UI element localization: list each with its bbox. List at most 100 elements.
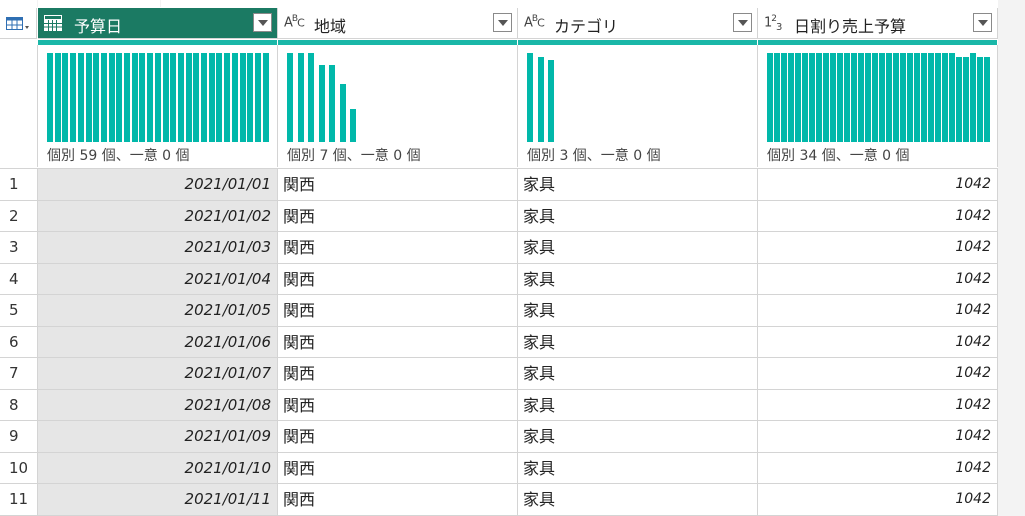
cell-category[interactable]: 家具 bbox=[518, 295, 758, 326]
row-number[interactable]: 11 bbox=[0, 484, 38, 515]
distribution-bar bbox=[70, 53, 77, 142]
distribution-stat: 個別 3 個、一意 0 個 bbox=[527, 148, 661, 164]
cell-category[interactable]: 家具 bbox=[518, 263, 758, 295]
cell-region[interactable]: 関西 bbox=[278, 200, 518, 232]
distribution-bar bbox=[54, 53, 61, 142]
distribution-bar bbox=[193, 53, 200, 142]
distribution-bar bbox=[809, 53, 815, 142]
cell-daily-budget[interactable]: 1042 bbox=[758, 295, 998, 326]
distribution-bar bbox=[914, 53, 920, 142]
cell-budget-date[interactable]: 2021/01/03 bbox=[38, 232, 278, 263]
cell-category[interactable]: 家具 bbox=[518, 484, 758, 515]
cell-budget-date[interactable]: 2021/01/01 bbox=[38, 169, 278, 200]
distribution-bar bbox=[239, 53, 246, 142]
cell-region[interactable]: 関西 bbox=[278, 389, 518, 421]
row-number[interactable]: 10 bbox=[0, 452, 38, 484]
cell-daily-budget[interactable]: 1042 bbox=[758, 263, 998, 295]
distribution-bar bbox=[907, 53, 913, 142]
cell-category[interactable]: 家具 bbox=[518, 326, 758, 358]
distribution-bar bbox=[977, 57, 983, 142]
cell-daily-budget[interactable]: 1042 bbox=[758, 358, 998, 389]
row-number[interactable]: 7 bbox=[0, 358, 38, 389]
cell-category[interactable]: 家具 bbox=[518, 200, 758, 232]
cell-daily-budget[interactable]: 1042 bbox=[758, 452, 998, 484]
calendar-table-icon bbox=[44, 15, 62, 31]
cell-region[interactable]: 関西 bbox=[278, 358, 518, 389]
distribution-chart bbox=[47, 53, 269, 142]
column-filter-dropdown[interactable] bbox=[493, 13, 512, 32]
column-distribution: 個別 59 個、一意 0 個 bbox=[38, 45, 278, 167]
column-header-budget-date[interactable]: 予算日 bbox=[38, 8, 278, 39]
cell-budget-date[interactable]: 2021/01/07 bbox=[38, 358, 278, 389]
distribution-bar bbox=[893, 53, 899, 142]
column-distribution: 個別 34 個、一意 0 個 bbox=[758, 45, 998, 167]
cell-daily-budget[interactable]: 1042 bbox=[758, 232, 998, 263]
distribution-bar bbox=[956, 57, 962, 142]
distribution-bar bbox=[131, 53, 138, 142]
row-number[interactable]: 9 bbox=[0, 421, 38, 452]
cell-daily-budget[interactable]: 1042 bbox=[758, 200, 998, 232]
distribution-bar bbox=[865, 53, 871, 142]
cell-region[interactable]: 関西 bbox=[278, 421, 518, 452]
column-distribution: 個別 7 個、一意 0 個 bbox=[278, 45, 518, 167]
distribution-bar bbox=[928, 53, 934, 142]
cell-category[interactable]: 家具 bbox=[518, 389, 758, 421]
distribution-bar bbox=[788, 53, 794, 142]
cell-budget-date[interactable]: 2021/01/09 bbox=[38, 421, 278, 452]
number-type-icon: 123 bbox=[764, 14, 782, 33]
distribution-bar bbox=[47, 53, 53, 142]
column-header-daily-budget[interactable]: 123 日割り売上予算 bbox=[758, 8, 998, 39]
distribution-bar bbox=[62, 53, 69, 142]
column-filter-dropdown[interactable] bbox=[973, 13, 992, 32]
cell-category[interactable]: 家具 bbox=[518, 169, 758, 200]
cell-region[interactable]: 関西 bbox=[278, 232, 518, 263]
cell-budget-date[interactable]: 2021/01/06 bbox=[38, 326, 278, 358]
distribution-bar bbox=[224, 53, 231, 142]
cell-budget-date[interactable]: 2021/01/04 bbox=[38, 263, 278, 295]
distribution-bar bbox=[254, 53, 261, 142]
cell-budget-date[interactable]: 2021/01/11 bbox=[38, 484, 278, 515]
row-number[interactable]: 1 bbox=[0, 169, 38, 200]
row-number[interactable]: 2 bbox=[0, 200, 38, 232]
cell-region[interactable]: 関西 bbox=[278, 263, 518, 295]
distribution-bar bbox=[767, 53, 773, 142]
cell-budget-date[interactable]: 2021/01/02 bbox=[38, 200, 278, 232]
distribution-bar bbox=[935, 53, 941, 142]
row-number[interactable]: 8 bbox=[0, 389, 38, 421]
distribution-bar bbox=[858, 53, 864, 142]
cell-daily-budget[interactable]: 1042 bbox=[758, 421, 998, 452]
distribution-bar bbox=[823, 53, 829, 142]
distribution-bar bbox=[774, 53, 780, 142]
cell-category[interactable]: 家具 bbox=[518, 232, 758, 263]
cell-daily-budget[interactable]: 1042 bbox=[758, 326, 998, 358]
table-menu-button[interactable] bbox=[0, 8, 37, 39]
cell-daily-budget[interactable]: 1042 bbox=[758, 169, 998, 200]
distribution-bar bbox=[872, 53, 878, 142]
column-title: 予算日 bbox=[74, 17, 123, 36]
data-grid: 予算日 ABC 地域 ABC カテゴリ 123 日割り売上予算 個別 59 個、… bbox=[0, 0, 1025, 516]
cell-region[interactable]: 関西 bbox=[278, 326, 518, 358]
cell-daily-budget[interactable]: 1042 bbox=[758, 389, 998, 421]
distribution-bar bbox=[262, 53, 269, 142]
cell-daily-budget[interactable]: 1042 bbox=[758, 484, 998, 515]
row-number[interactable]: 3 bbox=[0, 232, 38, 263]
cell-region[interactable]: 関西 bbox=[278, 452, 518, 484]
row-number[interactable]: 5 bbox=[0, 295, 38, 326]
cell-region[interactable]: 関西 bbox=[278, 169, 518, 200]
distribution-bar bbox=[942, 53, 948, 142]
cell-category[interactable]: 家具 bbox=[518, 452, 758, 484]
column-header-category[interactable]: ABC カテゴリ bbox=[518, 8, 758, 39]
cell-region[interactable]: 関西 bbox=[278, 295, 518, 326]
column-filter-dropdown[interactable] bbox=[733, 13, 752, 32]
row-number[interactable]: 6 bbox=[0, 326, 38, 358]
column-header-region[interactable]: ABC 地域 bbox=[278, 8, 518, 39]
row-number[interactable]: 4 bbox=[0, 263, 38, 295]
cell-category[interactable]: 家具 bbox=[518, 421, 758, 452]
cell-region[interactable]: 関西 bbox=[278, 484, 518, 515]
cell-budget-date[interactable]: 2021/01/05 bbox=[38, 295, 278, 326]
vertical-scrollbar[interactable] bbox=[998, 0, 1025, 516]
cell-budget-date[interactable]: 2021/01/08 bbox=[38, 389, 278, 421]
column-filter-dropdown[interactable] bbox=[253, 13, 272, 32]
cell-category[interactable]: 家具 bbox=[518, 358, 758, 389]
cell-budget-date[interactable]: 2021/01/10 bbox=[38, 452, 278, 484]
